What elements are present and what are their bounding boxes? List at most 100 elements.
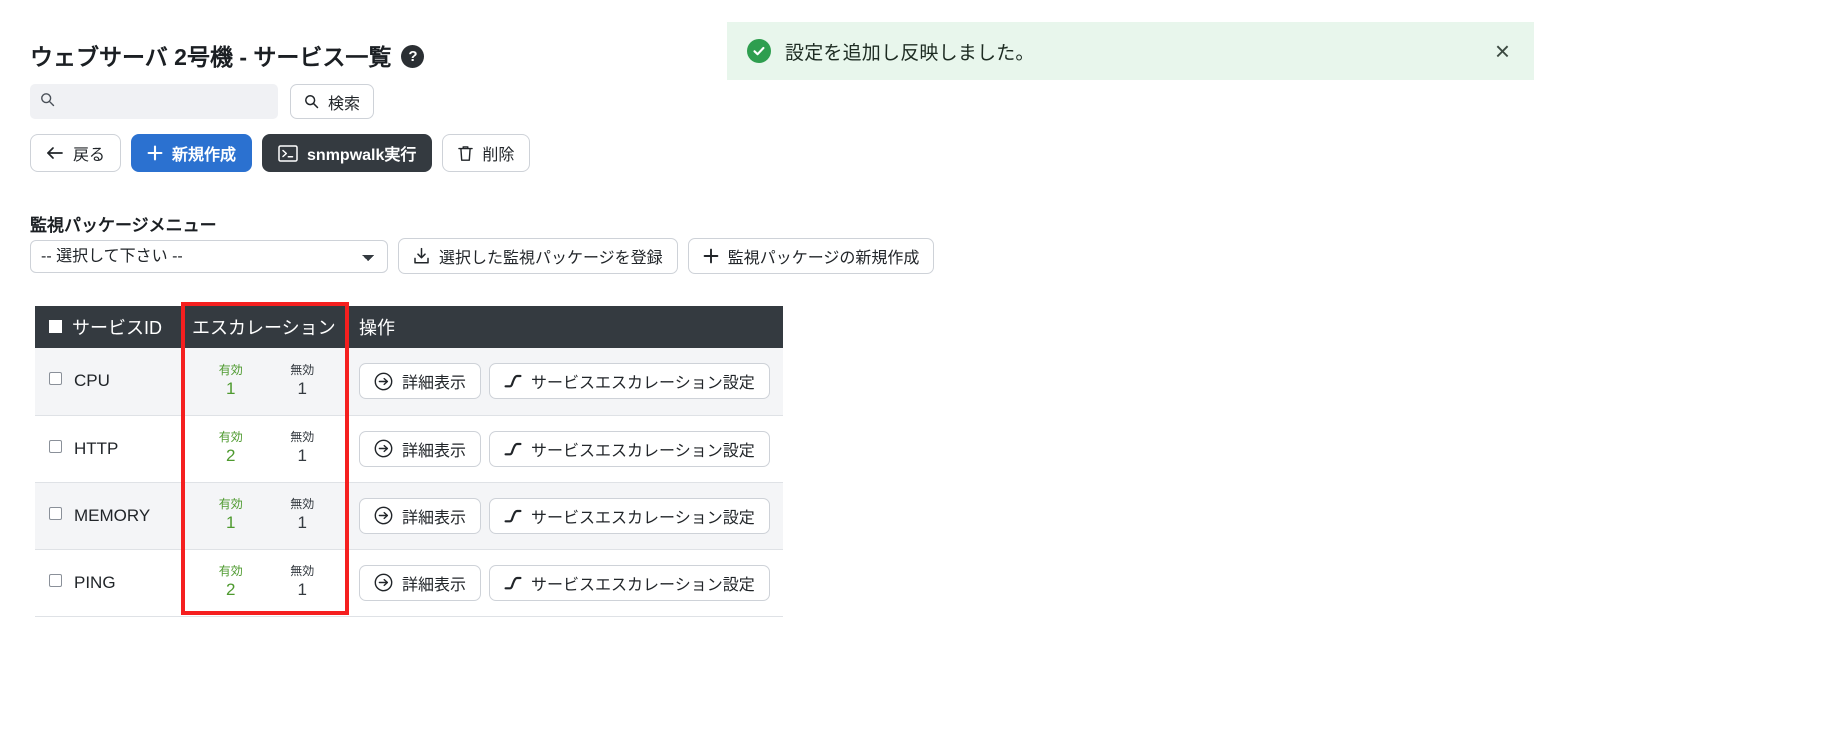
- search-input[interactable]: [63, 92, 263, 111]
- check-circle-icon: [747, 39, 771, 63]
- escalation-settings-button-label: サービスエスカレーション設定: [531, 504, 755, 528]
- search-icon: [40, 92, 55, 112]
- row-checkbox[interactable]: [49, 440, 62, 453]
- select-all-checkbox[interactable]: [49, 320, 62, 333]
- register-package-button-label: 選択した監視パッケージを登録: [439, 244, 663, 268]
- cell-operations: 詳細表示 サービスエスカレーション設定: [350, 549, 783, 616]
- escalation-enabled: 有効 1: [219, 363, 243, 399]
- action-toolbar: 戻る 新規作成 snmpwalk実行 削除: [30, 134, 530, 172]
- arrow-right-circle-icon: [374, 573, 393, 592]
- arrow-right-circle-icon: [374, 372, 393, 391]
- column-header-service-id-label: サービスID: [72, 318, 162, 338]
- cell-escalation: 有効 1 無効 1: [183, 482, 350, 549]
- arrow-left-icon: [46, 146, 64, 160]
- escalation-settings-button[interactable]: サービスエスカレーション設定: [489, 565, 770, 601]
- cell-escalation: 有効 2 無効 1: [183, 415, 350, 482]
- back-button[interactable]: 戻る: [30, 134, 121, 172]
- escalation-enabled-count: 1: [219, 378, 243, 399]
- service-id-label: CPU: [74, 371, 110, 390]
- escalation-disabled-count: 1: [290, 445, 314, 466]
- toast-message: 設定を追加し反映しました。: [785, 38, 1035, 65]
- row-checkbox[interactable]: [49, 574, 62, 587]
- escalation-settings-button[interactable]: サービスエスカレーション設定: [489, 431, 770, 467]
- escalation-disabled-label: 無効: [290, 564, 314, 579]
- close-icon[interactable]: ×: [1491, 38, 1514, 64]
- escalation-enabled: 有効 2: [219, 564, 243, 600]
- cell-service-id: HTTP: [35, 415, 183, 482]
- escalation-enabled: 有効 1: [219, 497, 243, 533]
- plus-icon: [147, 145, 163, 161]
- back-button-label: 戻る: [73, 141, 105, 165]
- table-row[interactable]: HTTP 有効 2 無効 1: [35, 415, 783, 482]
- escalation-disabled-label: 無効: [290, 363, 314, 378]
- escalation-settings-button-label: サービスエスカレーション設定: [531, 437, 755, 461]
- arrow-right-circle-icon: [374, 506, 393, 525]
- escalation-step-icon: [504, 374, 522, 388]
- escalation-enabled: 有効 2: [219, 430, 243, 466]
- page-header: ウェブサーバ 2号機 - サービス一覧 ?: [30, 38, 424, 72]
- escalation-enabled-label: 有効: [219, 497, 243, 512]
- column-header-service-id: サービスID: [35, 306, 183, 348]
- escalation-enabled-label: 有効: [219, 363, 243, 378]
- escalation-settings-button-label: サービスエスカレーション設定: [531, 369, 755, 393]
- delete-button-label: 削除: [482, 141, 514, 165]
- detail-button[interactable]: 詳細表示: [359, 363, 481, 399]
- help-icon[interactable]: ?: [401, 45, 424, 68]
- escalation-step-icon: [504, 509, 522, 523]
- escalation-step-icon: [504, 576, 522, 590]
- table-body: CPU 有効 1 無効 1: [35, 348, 783, 616]
- table-head: サービスID エスカレーション 操作: [35, 306, 783, 348]
- create-package-button-label: 監視パッケージの新規作成: [728, 244, 920, 268]
- search-row: 検索: [30, 84, 374, 119]
- table-row[interactable]: PING 有効 2 無効 1: [35, 549, 783, 616]
- escalation-enabled-count: 2: [219, 445, 243, 466]
- table-header-row: サービスID エスカレーション 操作: [35, 306, 783, 348]
- cell-operations: 詳細表示 サービスエスカレーション設定: [350, 482, 783, 549]
- escalation-disabled-label: 無効: [290, 497, 314, 512]
- escalation-settings-button[interactable]: サービスエスカレーション設定: [489, 363, 770, 399]
- search-field-wrapper[interactable]: [30, 84, 278, 119]
- services-table: サービスID エスカレーション 操作 CPU 有効 1: [35, 306, 783, 617]
- terminal-icon: [278, 145, 298, 162]
- create-new-button[interactable]: 新規作成: [131, 134, 252, 172]
- escalation-enabled-count: 1: [219, 512, 243, 533]
- snmpwalk-button[interactable]: snmpwalk実行: [262, 134, 432, 172]
- arrow-right-circle-icon: [374, 439, 393, 458]
- service-id-label: HTTP: [74, 439, 118, 458]
- package-select[interactable]: -- 選択して下さい --: [30, 240, 388, 273]
- detail-button[interactable]: 詳細表示: [359, 498, 481, 534]
- escalation-enabled-count: 2: [219, 579, 243, 600]
- detail-button-label: 詳細表示: [402, 369, 466, 393]
- escalation-disabled: 無効 1: [290, 564, 314, 600]
- trash-icon: [458, 145, 473, 162]
- escalation-enabled-label: 有効: [219, 430, 243, 445]
- detail-button[interactable]: 詳細表示: [359, 565, 481, 601]
- table-row[interactable]: CPU 有効 1 無効 1: [35, 348, 783, 415]
- row-checkbox[interactable]: [49, 372, 62, 385]
- search-button[interactable]: 検索: [290, 84, 374, 119]
- services-page: 設定を追加し反映しました。 × ウェブサーバ 2号機 - サービス一覧 ? 検索…: [0, 0, 1841, 752]
- detail-button-label: 詳細表示: [402, 504, 466, 528]
- escalation-settings-button[interactable]: サービスエスカレーション設定: [489, 498, 770, 534]
- escalation-disabled: 無効 1: [290, 497, 314, 533]
- cell-operations: 詳細表示 サービスエスカレーション設定: [350, 348, 783, 415]
- row-checkbox[interactable]: [49, 507, 62, 520]
- delete-button[interactable]: 削除: [442, 134, 530, 172]
- detail-button-label: 詳細表示: [402, 571, 466, 595]
- create-package-button[interactable]: 監視パッケージの新規作成: [688, 238, 935, 274]
- service-id-label: MEMORY: [74, 506, 150, 525]
- register-package-button[interactable]: 選択した監視パッケージを登録: [398, 238, 678, 274]
- table-row[interactable]: MEMORY 有効 1 無効 1: [35, 482, 783, 549]
- column-header-escalation: エスカレーション: [183, 306, 350, 348]
- escalation-enabled-label: 有効: [219, 564, 243, 579]
- escalation-disabled-count: 1: [290, 378, 314, 399]
- escalation-step-icon: [504, 442, 522, 456]
- cell-escalation: 有効 1 無効 1: [183, 348, 350, 415]
- cell-service-id: CPU: [35, 348, 183, 415]
- escalation-disabled: 無効 1: [290, 363, 314, 399]
- package-menu-label: 監視パッケージメニュー: [30, 211, 217, 236]
- search-icon: [304, 94, 319, 109]
- cell-escalation: 有効 2 無効 1: [183, 549, 350, 616]
- detail-button[interactable]: 詳細表示: [359, 431, 481, 467]
- escalation-disabled: 無効 1: [290, 430, 314, 466]
